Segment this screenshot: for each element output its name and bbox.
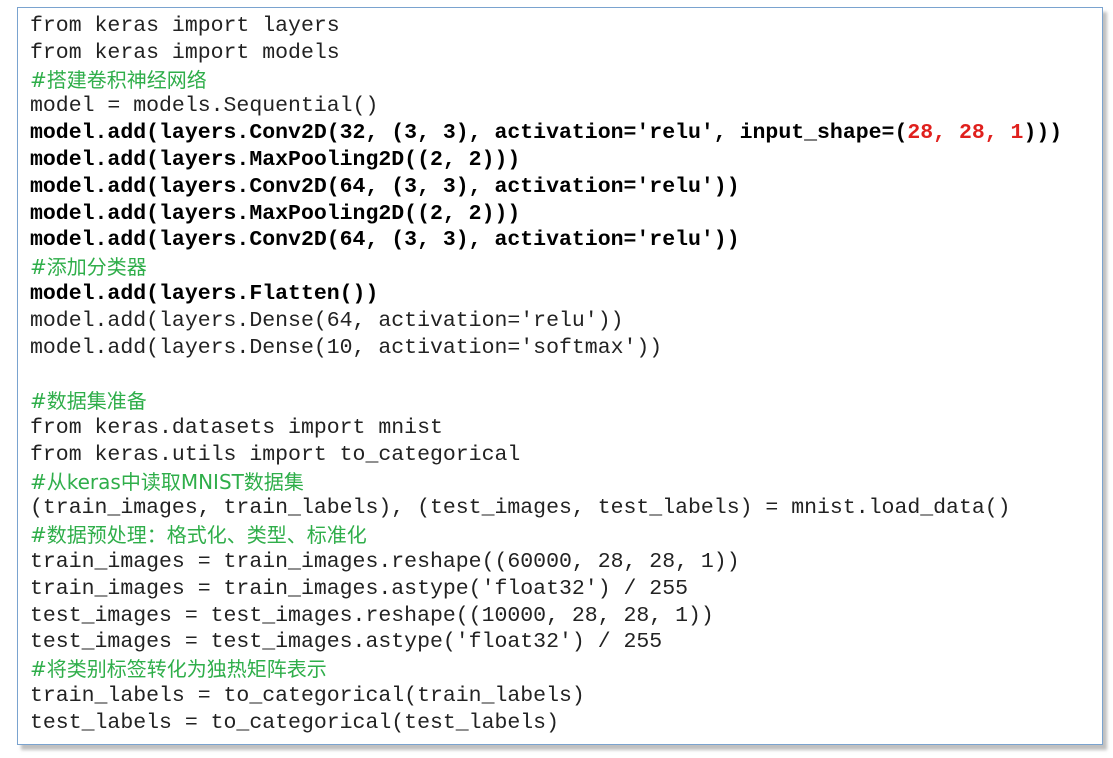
code-text: model.add(layers.Conv2D(32, (3, 3), acti…: [30, 121, 908, 146]
code-comment: #将类别标签转化为独热矩阵表示: [30, 656, 1062, 683]
code-lines: from keras import layers from keras impo…: [30, 13, 1062, 737]
code-line: model.add(layers.MaxPooling2D((2, 2))): [30, 147, 521, 172]
comment-text: #将类别标签转化为独热矩阵表示: [30, 657, 327, 682]
code-line: model.add(layers.MaxPooling2D((2, 2))): [30, 201, 521, 226]
code-line: test_images = test_images.astype('float3…: [30, 630, 663, 655]
code-line: test_labels = to_categorical(test_labels…: [30, 710, 559, 735]
comment-text: #搭建卷积神经网络: [30, 67, 207, 92]
code-line: (train_images, train_labels), (test_imag…: [30, 496, 1011, 521]
code-text: ))): [1023, 121, 1063, 146]
comment-text: #数据集准备: [30, 389, 147, 414]
code-line: model = models.Sequential(): [30, 94, 379, 119]
code-line: model.add(layers.Conv2D(64, (3, 3), acti…: [30, 174, 740, 199]
input-shape-values: 28, 28, 1: [907, 121, 1024, 146]
comment-text: #数据预处理：格式化、类型、标准化: [30, 523, 367, 548]
code-comment: #数据预处理：格式化、类型、标准化: [30, 522, 1062, 549]
code-line: from keras import layers: [30, 14, 340, 38]
code-listing-box: from keras import layers from keras impo…: [17, 7, 1103, 745]
code-comment: #添加分类器: [30, 254, 1062, 281]
code-line: from keras.datasets import mnist: [30, 415, 443, 440]
code-line: test_images = test_images.reshape((10000…: [30, 603, 714, 628]
code-line: train_images = train_images.astype('floa…: [30, 576, 689, 601]
code-line: from keras import models: [30, 40, 340, 65]
code-line: train_images = train_images.reshape((600…: [30, 549, 740, 574]
code-comment: #从keras中读取MNIST数据集: [30, 469, 1062, 496]
code-line: model.add(layers.Conv2D(64, (3, 3), acti…: [30, 228, 740, 253]
code-comment: #搭建卷积神经网络: [30, 67, 1062, 94]
code-comment: #数据集准备: [30, 388, 1062, 415]
blank-line: [30, 361, 1062, 388]
code-line: model.add(layers.Conv2D(32, (3, 3), acti…: [30, 120, 1062, 147]
comment-text: #添加分类器: [30, 255, 147, 280]
code-line: model.add(layers.Flatten()): [30, 281, 379, 306]
code-line: model.add(layers.Dense(64, activation='r…: [30, 308, 624, 333]
comment-text: #从keras中读取MNIST数据集: [30, 469, 304, 494]
code-line: model.add(layers.Dense(10, activation='s…: [30, 335, 663, 360]
code-line: train_labels = to_categorical(train_labe…: [30, 683, 585, 708]
code-line: from keras.utils import to_categorical: [30, 442, 521, 467]
